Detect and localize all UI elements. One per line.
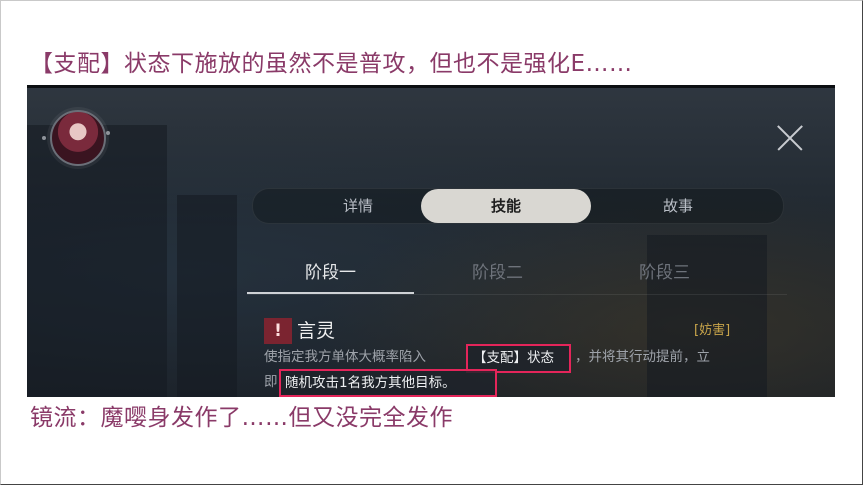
avatar-dot [42,136,46,140]
stage-divider [247,294,787,295]
screenshot-top-border [27,85,835,88]
tab-skills[interactable]: 技能 [421,189,591,223]
skill-desc-part: ，并将其行动提前，立 [575,349,710,365]
skill-desc-part: 即 [264,374,278,390]
stage-tab-3[interactable]: 阶段三 [581,259,748,287]
close-icon[interactable] [773,121,807,155]
skill-desc-highlight: 【支配】状态 [473,350,554,366]
tab-story[interactable]: 故事 [613,189,743,223]
caption-bottom: 镜流：魔嘤身发作了……但又没完全发作 [30,405,453,431]
skill-type-tag: [妨害] [694,323,731,338]
background-building [177,195,237,397]
avatar-dot [106,131,110,135]
stage-active-underline [247,292,414,294]
background-building [27,125,167,397]
warning-icon: ! [264,318,292,344]
skill-desc-highlight: 随机攻击1名我方其他目标。 [285,375,456,391]
caption-top: 【支配】状态下施放的虽然不是普攻，但也不是强化E…… [30,51,633,77]
stage-tab-1[interactable]: 阶段一 [247,259,414,287]
skill-name: 言灵 [297,320,336,342]
stage-tab-2[interactable]: 阶段二 [414,259,581,287]
info-tabs: 详情 技能 故事 [252,188,784,224]
character-avatar[interactable] [50,110,106,166]
tab-details[interactable]: 详情 [293,189,423,223]
game-screenshot: 详情 技能 故事 阶段一 阶段二 阶段三 ! 言灵 [妨害] 使指定我方单体大概… [27,85,835,397]
skill-desc-part: 使指定我方单体大概率陷入 [264,349,426,365]
